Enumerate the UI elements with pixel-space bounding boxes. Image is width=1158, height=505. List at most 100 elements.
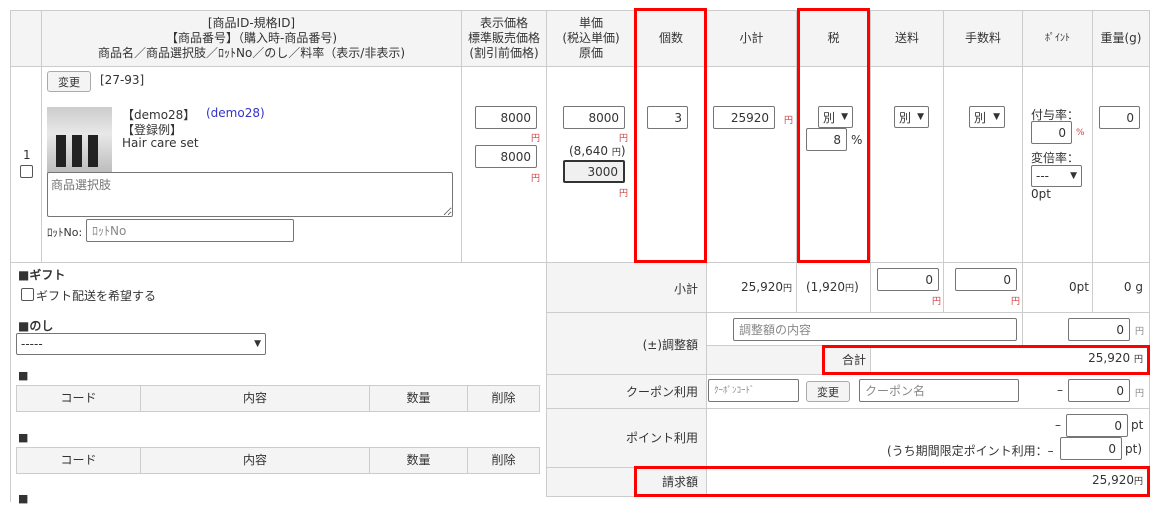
qty-input[interactable]	[647, 106, 688, 129]
header-text: (税込単価)	[562, 31, 620, 45]
percent-label: %	[851, 133, 863, 147]
tax-rate-input[interactable]	[806, 128, 847, 151]
display-price-input[interactable]	[475, 106, 537, 129]
billing-label: 請求額	[661, 475, 698, 489]
header-point: ﾎﾟｲﾝﾄ	[1022, 10, 1093, 67]
chevron-down-icon: ▼	[1070, 171, 1077, 181]
coupon-change-button[interactable]: 変更	[806, 381, 850, 402]
summary-weight: 0 g	[1123, 280, 1143, 294]
product-code-link[interactable]: (demo28)	[206, 106, 265, 120]
header-shipping: 送料	[870, 10, 944, 67]
unit-price-input[interactable]	[563, 106, 625, 129]
header-text: 表示価格	[479, 16, 528, 30]
noshi-select[interactable]: ----- ▼	[16, 333, 266, 355]
header-text: 商品名／商品選択肢／ﾛｯﾄNo／のし／料率（表示/非表示)	[97, 46, 406, 60]
total-label: 合計	[841, 353, 866, 367]
header-subtotal: 小計	[706, 10, 797, 67]
chevron-down-icon: ▼	[841, 112, 848, 122]
header-qty: 個数	[635, 10, 707, 67]
col-qty: 数量	[369, 385, 468, 412]
yen-label: 円	[1133, 477, 1143, 487]
product-name: Hair care set	[122, 136, 199, 150]
gift-title: ■ギフト	[18, 268, 66, 282]
option-textarea[interactable]	[47, 172, 453, 217]
header-line	[10, 10, 42, 67]
shipping-type-value: 別	[899, 110, 912, 125]
multiplier-select[interactable]: --- ▼	[1031, 165, 1082, 187]
header-weight: 重量(g)	[1092, 10, 1150, 67]
coupon-amount-input[interactable]	[1068, 379, 1130, 402]
paren: )	[854, 280, 859, 294]
header-unit: 単価 (税込単価) 原価	[546, 10, 636, 67]
yen-label: 円	[845, 284, 855, 294]
percent-label: %	[1076, 128, 1085, 138]
billing-amount: 25,920	[1091, 473, 1134, 487]
header-tax: 税	[796, 10, 871, 67]
yen-label: 円	[619, 134, 629, 144]
yen-label: 円	[1133, 355, 1143, 365]
header-text: 標準販売価格	[467, 31, 540, 45]
tax-type-select[interactable]: 別 ▼	[818, 106, 853, 128]
weight-input[interactable]	[1099, 106, 1140, 129]
line-checkbox[interactable]	[20, 165, 33, 178]
summary-subtotal: 25,920円	[741, 280, 792, 294]
yen-label: 円	[611, 148, 621, 158]
tax-type-value: 別	[823, 110, 836, 125]
yen-label: 円	[784, 116, 794, 126]
standard-price-input[interactable]	[475, 145, 537, 168]
limited-point-input[interactable]	[1060, 437, 1122, 460]
coupon-label: クーポン利用	[625, 385, 698, 399]
subtotal-label: 小計	[673, 282, 698, 296]
lot-input[interactable]	[86, 219, 294, 242]
col-code: コード	[16, 447, 141, 474]
subtotal-input[interactable]	[713, 106, 775, 129]
fee-type-select[interactable]: 別 ▼	[969, 106, 1005, 128]
line-number: 1	[23, 148, 31, 162]
product-image	[47, 107, 112, 174]
fee-cell	[943, 66, 1023, 263]
fee-type-value: 別	[974, 110, 987, 125]
change-button[interactable]: 変更	[47, 71, 91, 92]
yen-label: 円	[1011, 297, 1021, 307]
adjust-description-input[interactable]	[733, 318, 1017, 341]
limited-point-label: (うち期間限定ポイント利用：–	[887, 444, 1054, 458]
gift-checkbox[interactable]	[21, 288, 34, 301]
adjust-amount-input[interactable]	[1068, 318, 1130, 341]
col-delete: 削除	[467, 447, 540, 474]
chevron-down-icon: ▼	[917, 112, 924, 122]
unit-price-tax-value: (8,640	[569, 144, 609, 158]
multiplier-label: 変倍率：	[1031, 151, 1080, 165]
col-qty: 数量	[369, 447, 468, 474]
header-price: 表示価格 標準販売価格 (割引前価格)	[461, 10, 547, 67]
coupon-name-input[interactable]	[859, 379, 1019, 402]
header-text: (割引前価格)	[469, 46, 539, 60]
point-rate-input[interactable]	[1031, 121, 1072, 144]
yen-label: 円	[1135, 389, 1145, 399]
pt-label: pt	[1131, 418, 1144, 432]
weight-cell	[1092, 66, 1150, 263]
col-code: コード	[16, 385, 141, 412]
point-use-input[interactable]	[1066, 414, 1128, 437]
minus-sign: –	[1057, 383, 1063, 397]
product-id: [27-93]	[100, 73, 145, 87]
shipping-cell	[870, 66, 944, 263]
cost-input[interactable]	[563, 160, 625, 183]
tax-cell	[796, 66, 871, 263]
fee-total-input[interactable]	[955, 268, 1017, 291]
lot-label: ﾛｯﾄNo:	[47, 226, 83, 239]
yen-label: 円	[783, 284, 793, 294]
shipping-total-input[interactable]	[877, 268, 939, 291]
billing-value: 25,920円	[900, 473, 1143, 487]
noshi-value: -----	[21, 337, 43, 351]
summary-points: 0pt	[1069, 280, 1089, 294]
header-fee: 手数料	[943, 10, 1023, 67]
noshi-title: ■のし	[18, 319, 54, 333]
shipping-type-select[interactable]: 別 ▼	[894, 106, 929, 128]
yen-label: 円	[1135, 327, 1145, 337]
yen-label: 円	[619, 189, 629, 199]
total-value: 25,920 円	[900, 351, 1143, 365]
coupon-code-input[interactable]	[708, 379, 799, 402]
chevron-down-icon: ▼	[254, 339, 261, 349]
gift-checkbox-label: ギフト配送を希望する	[36, 289, 157, 303]
subtotal-cell	[706, 66, 797, 263]
